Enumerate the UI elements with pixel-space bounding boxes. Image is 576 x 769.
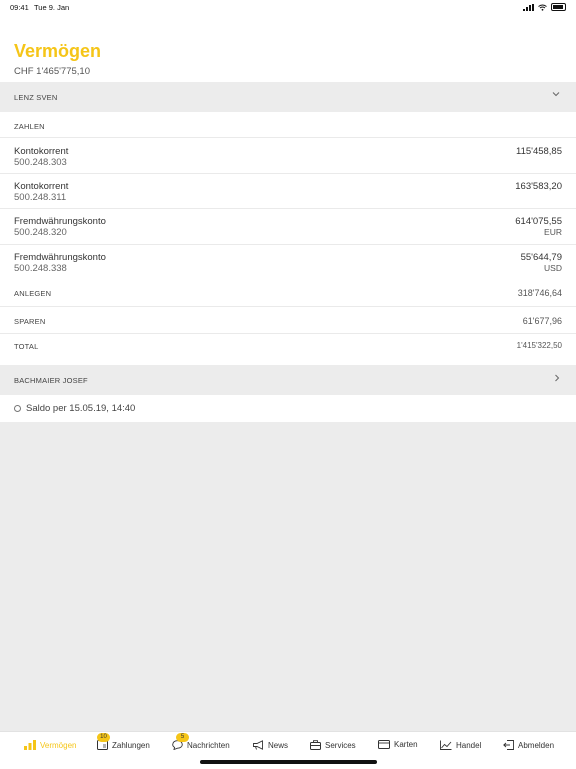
wifi-icon bbox=[538, 4, 547, 11]
battery-icon bbox=[551, 3, 566, 11]
credit-card-icon bbox=[378, 740, 390, 749]
person-name: LENZ SVEN bbox=[14, 93, 58, 102]
tab-label: News bbox=[268, 740, 289, 750]
person-header-bachmaier[interactable]: BACHMAIER JOSEF bbox=[0, 365, 576, 395]
tab-label: Handel bbox=[456, 740, 482, 750]
megaphone-icon bbox=[253, 740, 264, 750]
account-amount: 115'458,85 bbox=[515, 146, 562, 157]
account-currency: USD bbox=[544, 263, 562, 273]
line-chart-icon bbox=[440, 740, 452, 750]
account-name: Fremdwährungskonto bbox=[14, 216, 106, 227]
tab-nachrichten[interactable]: 5 Nachrichten bbox=[172, 733, 230, 750]
divider bbox=[0, 244, 576, 245]
tab-label: Nachrichten bbox=[187, 740, 230, 750]
chevron-right-icon[interactable] bbox=[554, 374, 560, 382]
section-label-sparen: SPAREN bbox=[14, 317, 46, 326]
total-amount: 1'415'322,50 bbox=[516, 341, 562, 350]
signal-icon bbox=[523, 3, 534, 11]
tab-label: Services bbox=[325, 740, 356, 750]
status-time: 09:41 bbox=[10, 3, 29, 12]
speech-bubble-icon: 5 bbox=[172, 733, 189, 750]
account-currency: EUR bbox=[544, 227, 562, 237]
divider bbox=[0, 306, 576, 307]
tab-vermoegen[interactable]: Vermögen bbox=[24, 740, 76, 750]
section-label-total: TOTAL bbox=[14, 342, 39, 351]
tab-label: Abmelden bbox=[518, 740, 555, 750]
briefcase-icon bbox=[310, 740, 321, 750]
account-amount: 614'075,55 bbox=[515, 216, 562, 227]
account-number: 500.248.303 bbox=[14, 157, 67, 168]
status-icons bbox=[523, 3, 566, 11]
account-number: 500.248.338 bbox=[14, 263, 67, 274]
clock-icon bbox=[14, 405, 21, 412]
tab-label: Zahlungen bbox=[112, 740, 150, 750]
divider bbox=[0, 208, 576, 209]
divider bbox=[0, 137, 576, 138]
tab-handel[interactable]: Handel bbox=[440, 740, 481, 750]
tab-karten[interactable]: Karten bbox=[378, 740, 418, 749]
status-date: Tue 9. Jan bbox=[34, 3, 70, 12]
payment-slip-icon: 10 bbox=[97, 733, 110, 750]
page-header: Vermögen CHF 1'465'775,10 bbox=[0, 14, 576, 82]
person-name: BACHMAIER JOSEF bbox=[14, 376, 88, 385]
account-name: Kontokorrent bbox=[14, 146, 69, 157]
home-indicator bbox=[200, 760, 377, 764]
badge-zahlungen: 10 bbox=[97, 733, 110, 742]
tab-label: Vermögen bbox=[40, 740, 77, 750]
tab-services[interactable]: Services bbox=[310, 740, 356, 750]
account-amount: 55'644,79 bbox=[520, 252, 562, 263]
account-list: ZAHLEN Kontokorrent 500.248.303 115'458,… bbox=[0, 112, 576, 365]
account-number: 500.248.320 bbox=[14, 227, 67, 238]
page-title: Vermögen bbox=[14, 41, 102, 61]
account-amount: 163'583,20 bbox=[515, 181, 562, 192]
section-label-anlegen: ANLEGEN bbox=[14, 289, 52, 298]
total-assets: CHF 1'465'775,10 bbox=[14, 66, 90, 77]
divider bbox=[0, 173, 576, 174]
sparen-amount: 61'677,96 bbox=[522, 316, 562, 326]
badge-nachrichten: 5 bbox=[176, 733, 189, 742]
saldo-info: Saldo per 15.05.19, 14:40 bbox=[0, 395, 576, 422]
chevron-down-icon[interactable] bbox=[552, 91, 560, 97]
account-name: Fremdwährungskonto bbox=[14, 252, 106, 263]
status-bar: 09:41 Tue 9. Jan bbox=[0, 0, 576, 14]
account-number: 500.248.311 bbox=[14, 192, 67, 203]
anlegen-amount: 318'746,64 bbox=[517, 288, 562, 298]
tab-news[interactable]: News bbox=[253, 740, 288, 750]
section-label-zahlen: ZAHLEN bbox=[14, 122, 45, 131]
saldo-text: Saldo per 15.05.19, 14:40 bbox=[26, 403, 136, 414]
tab-zahlungen[interactable]: 10 Zahlungen bbox=[97, 733, 150, 750]
account-name: Kontokorrent bbox=[14, 181, 69, 192]
bar-chart-icon bbox=[24, 740, 36, 750]
tab-abmelden[interactable]: Abmelden bbox=[503, 740, 554, 750]
logout-icon bbox=[503, 740, 514, 750]
tab-label: Karten bbox=[394, 740, 418, 749]
divider bbox=[0, 333, 576, 334]
person-header-lenz[interactable]: LENZ SVEN bbox=[0, 82, 576, 112]
